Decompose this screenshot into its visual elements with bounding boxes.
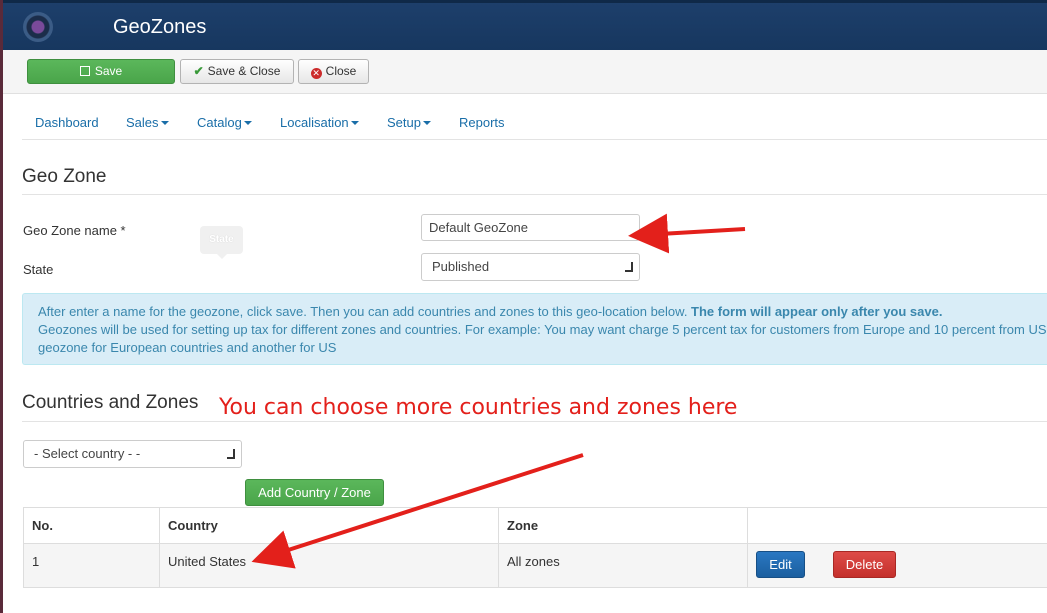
- header-bar: GeoZones: [3, 0, 1047, 50]
- caret-down-icon: [422, 121, 431, 125]
- column-header-country: Country: [159, 507, 499, 544]
- add-country-zone-button[interactable]: Add Country / Zone: [245, 479, 384, 506]
- edit-icon: [79, 66, 90, 76]
- state-tooltip: State: [200, 226, 243, 259]
- column-header-actions: [747, 507, 1047, 544]
- state-select-value: Published: [432, 259, 490, 274]
- save-label: Save: [94, 64, 123, 78]
- save-close-button[interactable]: ✔ Save & Close: [180, 59, 294, 84]
- select-arrow-icon: [625, 262, 633, 272]
- divider: [22, 194, 1047, 195]
- annotation-text: You can choose more countries and zones …: [219, 395, 738, 420]
- toolbar: Save ✔ Save & Close ✕ Close: [3, 50, 1047, 94]
- app-logo-icon[interactable]: [23, 12, 53, 42]
- row-zone: All zones: [498, 543, 748, 588]
- country-select-value: - Select country - -: [34, 446, 141, 461]
- nav-item-setup[interactable]: Setup: [387, 115, 431, 130]
- check-icon: ✔: [193, 64, 204, 78]
- main-nav: Dashboard Sales Catalog Localisation Set…: [22, 105, 1047, 140]
- page-title: GeoZones: [113, 16, 207, 38]
- row-country: United States: [159, 543, 499, 588]
- close-label: Close: [325, 64, 357, 78]
- close-icon: ✕: [310, 68, 322, 79]
- nav-item-sales[interactable]: Sales: [126, 115, 169, 130]
- nav-item-reports[interactable]: Reports: [459, 115, 505, 130]
- info-line-1: After enter a name for the geozone, clic…: [38, 304, 943, 319]
- nav-item-dashboard[interactable]: Dashboard: [35, 115, 99, 130]
- arrow-to-name-field: [628, 213, 746, 254]
- info-line-2: Geozones will be used for setting up tax…: [38, 322, 1047, 337]
- table-header-row: No. Country Zone: [23, 507, 1047, 544]
- column-header-zone: Zone: [498, 507, 748, 544]
- save-close-label: Save & Close: [207, 64, 281, 78]
- caret-down-icon: [350, 121, 359, 125]
- countries-zones-heading: Countries and Zones: [22, 392, 199, 413]
- caret-down-icon: [160, 121, 169, 125]
- caret-down-icon: [243, 121, 252, 125]
- geo-zone-heading: Geo Zone: [22, 166, 107, 187]
- column-header-no: No.: [23, 507, 160, 544]
- delete-button[interactable]: Delete: [833, 551, 896, 578]
- info-line-3: geozone for European countries and anoth…: [38, 340, 337, 355]
- divider: [22, 421, 1047, 422]
- nav-item-catalog[interactable]: Catalog: [197, 115, 252, 130]
- state-select[interactable]: Published: [421, 253, 640, 281]
- country-select[interactable]: - Select country - -: [23, 440, 242, 468]
- save-button[interactable]: Save: [27, 59, 175, 84]
- nav-item-localisation[interactable]: Localisation: [280, 115, 359, 130]
- info-alert: After enter a name for the geozone, clic…: [22, 293, 1047, 365]
- row-no: 1: [23, 543, 160, 588]
- edit-button[interactable]: Edit: [756, 551, 805, 578]
- select-arrow-icon: [227, 449, 235, 459]
- state-label: State: [23, 262, 54, 277]
- geo-zone-name-input[interactable]: Default GeoZone: [421, 214, 640, 241]
- close-button[interactable]: ✕ Close: [298, 59, 369, 84]
- geo-zone-name-label: Geo Zone name *: [23, 223, 126, 238]
